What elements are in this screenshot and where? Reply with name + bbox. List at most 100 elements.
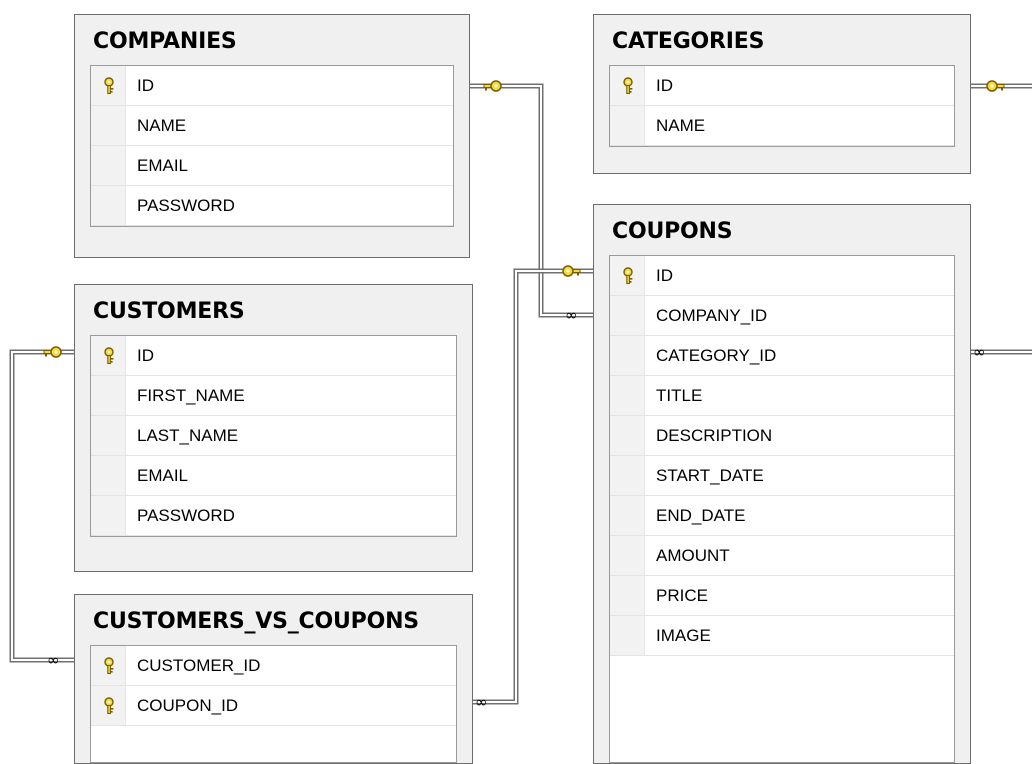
column-row[interactable]: NAME xyxy=(91,106,453,146)
table-customers-vs-coupons[interactable]: CUSTOMERS_VS_COUPONS CUSTOMER_ID COUPON_I… xyxy=(74,594,473,764)
column-name: FIRST_NAME xyxy=(137,386,245,405)
table-title: CUSTOMERS xyxy=(93,299,245,324)
column-row[interactable]: DESCRIPTION xyxy=(610,416,954,456)
row-selector[interactable] xyxy=(91,456,126,495)
column-name: PASSWORD xyxy=(137,506,235,525)
column-grid: ID COMPANY_ID CATEGORY_ID TITLE DESCRIPTION S… xyxy=(609,255,955,763)
row-selector[interactable] xyxy=(610,616,645,655)
column-grid: ID NAME xyxy=(609,65,955,147)
column-row[interactable]: NAME xyxy=(610,106,954,146)
table-title: CATEGORIES xyxy=(612,29,765,54)
row-selector[interactable] xyxy=(610,376,645,415)
column-name: CUSTOMER_ID xyxy=(137,656,261,675)
column-row[interactable]: LAST_NAME xyxy=(91,416,456,456)
row-selector[interactable] xyxy=(91,376,126,415)
relationship-key-icon xyxy=(43,346,62,358)
primary-key-icon xyxy=(102,657,116,675)
column-name: AMOUNT xyxy=(656,546,730,565)
column-grid: CUSTOMER_ID COUPON_ID xyxy=(90,645,457,763)
column-name: LAST_NAME xyxy=(137,426,239,445)
column-name: START_DATE xyxy=(656,466,764,485)
column-name: EMAIL xyxy=(137,156,189,175)
column-row[interactable]: EMAIL xyxy=(91,456,456,496)
primary-key-icon xyxy=(102,77,116,95)
relationship-infinity-icon: ∞ xyxy=(565,306,578,324)
column-row[interactable]: CUSTOMER_ID xyxy=(91,646,456,686)
primary-key-icon xyxy=(621,77,635,95)
row-selector[interactable] xyxy=(610,256,645,295)
row-selector[interactable] xyxy=(610,336,645,375)
row-selector[interactable] xyxy=(610,576,645,615)
column-name: NAME xyxy=(137,116,187,135)
column-name: ID xyxy=(656,266,673,285)
table-companies[interactable]: COMPANIES ID NAME EMAIL PASSWORD xyxy=(74,14,470,258)
column-name: COMPANY_ID xyxy=(656,306,768,325)
relationship-key-icon xyxy=(986,80,1005,92)
row-selector[interactable] xyxy=(91,106,126,145)
row-selector[interactable] xyxy=(91,496,126,535)
primary-key-icon xyxy=(102,697,116,715)
column-row[interactable]: TITLE xyxy=(610,376,954,416)
table-title: COUPONS xyxy=(612,219,733,244)
row-selector[interactable] xyxy=(91,146,126,185)
row-selector[interactable] xyxy=(91,416,126,455)
relationship-coupons-cvc-inner xyxy=(473,270,593,703)
column-name: CATEGORY_ID xyxy=(656,346,777,365)
relationship-key-icon xyxy=(483,80,502,92)
column-name: IMAGE xyxy=(656,626,711,645)
row-selector[interactable] xyxy=(91,336,126,375)
table-customers[interactable]: CUSTOMERS ID FIRST_NAME LAST_NAME EMAIL PASS… xyxy=(74,284,473,572)
row-selector[interactable] xyxy=(91,186,126,225)
column-name: DESCRIPTION xyxy=(656,426,773,445)
row-selector[interactable] xyxy=(610,416,645,455)
row-selector[interactable] xyxy=(610,66,645,105)
relationship-infinity-icon: ∞ xyxy=(973,343,986,361)
column-row[interactable]: CATEGORY_ID xyxy=(610,336,954,376)
row-selector[interactable] xyxy=(610,536,645,575)
column-row[interactable]: FIRST_NAME xyxy=(91,376,456,416)
row-selector[interactable] xyxy=(91,646,126,685)
column-row[interactable]: PRICE xyxy=(610,576,954,616)
column-name: ID xyxy=(137,346,154,365)
row-selector[interactable] xyxy=(91,686,126,725)
column-row[interactable]: COUPON_ID xyxy=(91,686,456,726)
diagram-canvas: ∞ ∞ ∞ ∞ COMPANIES ID NAME EMAIL PASSWORD CATEG… xyxy=(0,0,1032,764)
table-coupons[interactable]: COUPONS ID COMPANY_ID CATEGORY_ID TITLE DESC… xyxy=(593,204,971,764)
column-row[interactable]: ID xyxy=(610,66,954,106)
column-name: TITLE xyxy=(656,386,703,405)
relationship-infinity-icon: ∞ xyxy=(475,693,488,711)
relationship-companies-coupons-inner xyxy=(470,85,593,316)
column-name: ID xyxy=(137,76,154,95)
column-row[interactable]: ID xyxy=(91,66,453,106)
relationship-infinity-icon: ∞ xyxy=(47,651,60,669)
relationship-coupons-cvc xyxy=(473,268,593,705)
column-row[interactable]: AMOUNT xyxy=(610,536,954,576)
column-name: PASSWORD xyxy=(137,196,235,215)
row-selector[interactable] xyxy=(610,496,645,535)
column-name: PRICE xyxy=(656,586,708,605)
column-name: COUPON_ID xyxy=(137,696,239,715)
row-selector[interactable] xyxy=(610,296,645,335)
column-row[interactable]: IMAGE xyxy=(610,616,954,656)
column-row[interactable]: PASSWORD xyxy=(91,186,453,226)
column-row[interactable]: END_DATE xyxy=(610,496,954,536)
relationship-companies-coupons xyxy=(470,83,593,318)
row-selector[interactable] xyxy=(610,106,645,145)
primary-key-icon xyxy=(102,347,116,365)
row-selector[interactable] xyxy=(610,456,645,495)
column-row[interactable]: START_DATE xyxy=(610,456,954,496)
table-categories[interactable]: CATEGORIES ID NAME xyxy=(593,14,971,174)
column-row[interactable]: ID xyxy=(91,336,456,376)
column-row[interactable]: ID xyxy=(610,256,954,296)
table-title: COMPANIES xyxy=(93,29,237,54)
column-grid: ID FIRST_NAME LAST_NAME EMAIL PASSWORD xyxy=(90,335,457,537)
column-row[interactable]: EMAIL xyxy=(91,146,453,186)
column-name: ID xyxy=(656,76,673,95)
table-title: CUSTOMERS_VS_COUPONS xyxy=(93,609,419,634)
row-selector[interactable] xyxy=(91,66,126,105)
column-row[interactable]: PASSWORD xyxy=(91,496,456,536)
column-row[interactable]: COMPANY_ID xyxy=(610,296,954,336)
column-name: NAME xyxy=(656,116,706,135)
relationship-customers-cvc xyxy=(9,349,74,663)
primary-key-icon xyxy=(621,267,635,285)
